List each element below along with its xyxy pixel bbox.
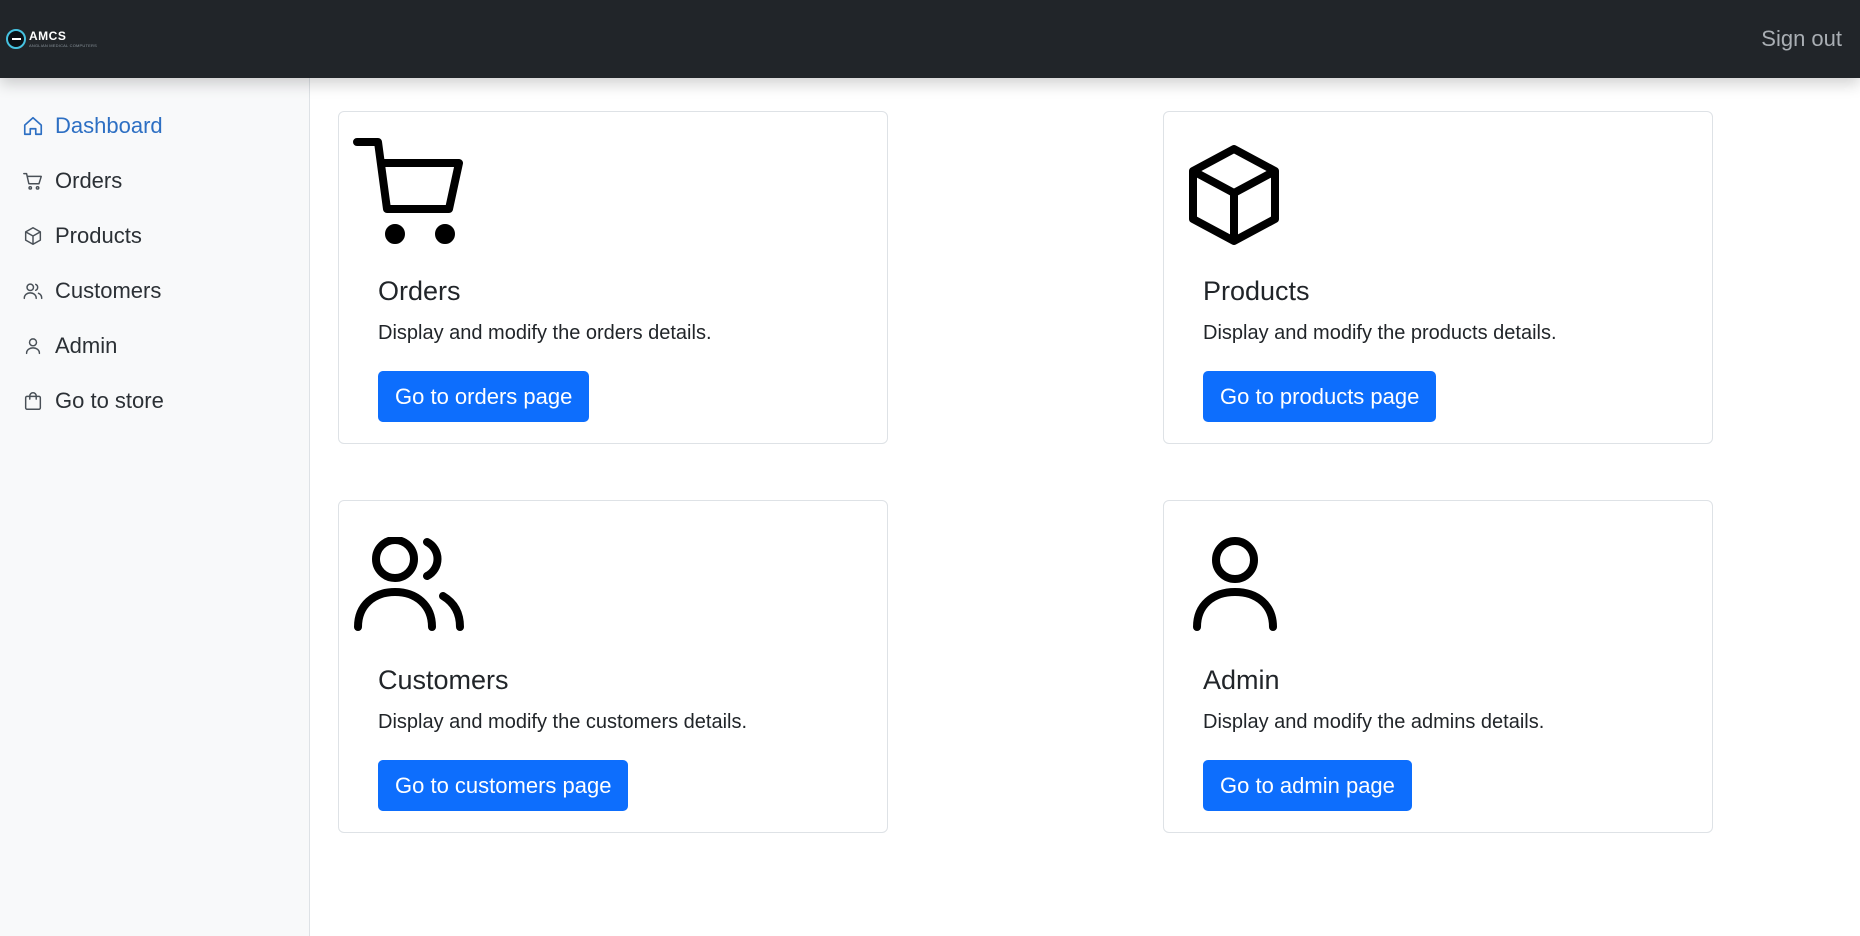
sidebar-item-orders[interactable]: Orders <box>0 153 309 208</box>
person-icon <box>22 335 44 357</box>
top-navbar: AMCS ANGLIAN MEDICAL COMPUTERS Sign out <box>0 0 1860 78</box>
sidebar-item-label: Go to store <box>55 387 164 413</box>
sidebar-item-customers[interactable]: Customers <box>0 263 309 318</box>
sidebar-item-label: Products <box>55 222 142 248</box>
sign-out-link[interactable]: Sign out <box>1761 26 1842 52</box>
orders-card: Orders Display and modify the orders det… <box>338 111 888 444</box>
box-icon <box>1188 144 1280 251</box>
customers-card: Customers Display and modify the custome… <box>338 500 888 833</box>
sidebar-item-admin[interactable]: Admin <box>0 318 309 373</box>
sidebar-item-label: Admin <box>55 332 118 358</box>
bag-icon <box>22 390 44 412</box>
go-to-orders-button[interactable]: Go to orders page <box>378 371 590 422</box>
products-card: Products Display and modify the products… <box>1163 111 1713 444</box>
card-description: Display and modify the products details. <box>1203 322 1557 344</box>
go-to-admin-button[interactable]: Go to admin page <box>1203 760 1412 811</box>
sidebar-item-go-to-store[interactable]: Go to store <box>0 373 309 428</box>
people-icon <box>22 280 44 302</box>
card-description: Display and modify the customers details… <box>378 711 748 733</box>
card-description: Display and modify the admins details. <box>1203 711 1545 733</box>
box-icon <box>22 225 44 247</box>
sidebar: Dashboard Orders Products Customers Admi… <box>0 78 310 936</box>
brand-logo[interactable]: AMCS ANGLIAN MEDICAL COMPUTERS <box>6 24 97 54</box>
people-icon <box>353 536 465 636</box>
house-icon <box>22 115 44 137</box>
card-title: Admin <box>1203 665 1280 695</box>
sidebar-item-label: Customers <box>55 277 162 303</box>
dashboard-main: Orders Display and modify the orders det… <box>311 78 1860 936</box>
sidebar-item-label: Dashboard <box>55 112 163 138</box>
cart-icon <box>353 138 465 249</box>
brand-tagline: ANGLIAN MEDICAL COMPUTERS <box>29 43 97 48</box>
person-icon <box>1192 537 1278 636</box>
card-description: Display and modify the orders details. <box>378 322 712 344</box>
brand-name: AMCS <box>29 29 67 43</box>
cart-icon <box>22 170 44 192</box>
go-to-products-button[interactable]: Go to products page <box>1203 371 1437 422</box>
card-title: Orders <box>378 276 461 306</box>
card-title: Products <box>1203 276 1310 306</box>
logo-icon <box>6 29 26 49</box>
admin-card: Admin Display and modify the admins deta… <box>1163 500 1713 833</box>
card-title: Customers <box>378 665 509 695</box>
sidebar-item-dashboard[interactable]: Dashboard <box>0 98 309 153</box>
sidebar-item-label: Orders <box>55 167 123 193</box>
go-to-customers-button[interactable]: Go to customers page <box>378 760 629 811</box>
sidebar-item-products[interactable]: Products <box>0 208 309 263</box>
